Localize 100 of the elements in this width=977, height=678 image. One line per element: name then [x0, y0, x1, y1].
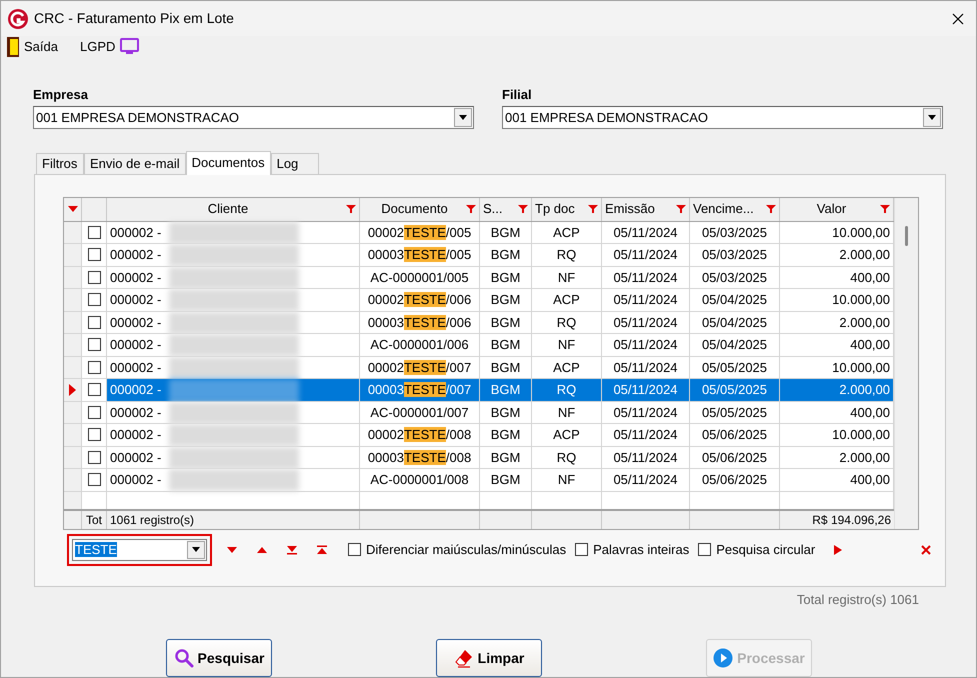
table-cell: 000002 -: [107, 312, 360, 334]
column-header[interactable]: Cliente: [107, 198, 360, 221]
dropdown-button[interactable]: [187, 540, 205, 559]
row-checkbox[interactable]: [88, 450, 100, 464]
clear-button[interactable]: Limpar: [436, 639, 542, 677]
table-cell: BGM: [480, 402, 532, 424]
table-row[interactable]: 000002 - AC-0000001/006 BGM NF 05/11/2024 05/04/2025 400,00: [64, 334, 894, 357]
menu-triangle-icon[interactable]: [68, 206, 78, 212]
row-checkbox[interactable]: [88, 428, 100, 442]
company-select[interactable]: 001 EMPRESA DEMONSTRACAO: [33, 106, 474, 130]
table-row[interactable]: 000002 - 00003TESTE/008 BGM RQ 05/11/2024 05/06/2025 2.000,00: [64, 446, 894, 470]
table-cell: RQ: [532, 312, 602, 334]
column-header[interactable]: Emissão: [602, 198, 690, 221]
row-checkbox[interactable]: [88, 360, 100, 374]
previous-arrow-icon[interactable]: [256, 544, 268, 555]
table-row[interactable]: 000002 - AC-0000001/007 BGM NF 05/11/2024 05/05/2025 400,00: [64, 402, 894, 424]
tab[interactable]: Documentos: [186, 150, 271, 175]
table-cell: 05/04/2025: [690, 289, 780, 312]
scrollbar[interactable]: [894, 198, 918, 529]
table-cell: 2.000,00: [780, 244, 894, 267]
column-header[interactable]: S...: [480, 198, 532, 221]
table-cell: 05/04/2025: [690, 312, 780, 334]
table-cell: 400,00: [780, 266, 894, 290]
table-cell: 000002 -: [107, 402, 360, 424]
footer-label: Tot: [82, 510, 107, 529]
last-arrow-icon[interactable]: [286, 544, 298, 555]
column-header[interactable]: Documento: [360, 198, 480, 221]
search-select[interactable]: TESTE: [72, 538, 207, 561]
table-cell: 000002 -: [107, 446, 360, 470]
filter-icon[interactable]: [766, 204, 776, 214]
table-row[interactable]: 000002 - 00003TESTE/005 BGM RQ 05/11/2024 05/03/2025 2.000,00: [64, 244, 894, 267]
row-checkbox[interactable]: [88, 293, 100, 306]
tab[interactable]: Filtros: [36, 152, 84, 174]
table-row[interactable]: 000002 - 00002TESTE/006 BGM ACP 05/11/2024 05/04/2025 10.000,00: [64, 289, 894, 312]
column-header[interactable]: Vencime...: [690, 198, 780, 221]
filter-icon[interactable]: [588, 204, 598, 214]
row-checkbox[interactable]: [88, 248, 100, 262]
row-checkbox[interactable]: [88, 473, 100, 486]
table-row[interactable]: 000002 - 00002TESTE/008 BGM ACP 05/11/2024 05/06/2025 10.000,00: [64, 424, 894, 447]
play-arrow-icon[interactable]: [834, 544, 842, 555]
table-cell: BGM: [480, 334, 532, 357]
tab[interactable]: Log: [270, 152, 319, 174]
table-cell: RQ: [532, 379, 602, 402]
table-cell: BGM: [480, 244, 532, 267]
table-row[interactable]: 000002 - AC-0000001/008 BGM NF 05/11/2024 05/06/2025 400,00: [64, 469, 894, 492]
row-checkbox[interactable]: [88, 406, 100, 419]
branch-select[interactable]: 001 EMPRESA DEMONSTRACAO: [502, 106, 943, 130]
option-label[interactable]: Diferenciar maiúsculas/minúsculas: [366, 540, 566, 560]
option-checkbox[interactable]: [348, 543, 361, 556]
door-icon: [7, 36, 19, 57]
option-checkbox[interactable]: [575, 543, 588, 556]
caret-icon: [192, 547, 200, 552]
table-cell: 05/06/2025: [690, 424, 780, 447]
dropdown-button[interactable]: [454, 108, 472, 128]
table-cell: 05/05/2025: [690, 402, 780, 424]
exit-button[interactable]: Saída: [7, 36, 58, 57]
table-cell: ACP: [532, 222, 602, 244]
table-row[interactable]: 000002 - AC-0000001/005 BGM NF 05/11/2024 05/03/2025 400,00: [64, 266, 894, 290]
table-cell: NF: [532, 334, 602, 357]
table-cell: 05/03/2025: [690, 244, 780, 267]
table-cell: 10.000,00: [780, 356, 894, 380]
table-cell: ACP: [532, 424, 602, 447]
row-checkbox[interactable]: [88, 316, 100, 329]
table-cell: ACP: [532, 356, 602, 380]
table-row[interactable]: 000002 - 00003TESTE/006 BGM RQ 05/11/2024 05/04/2025 2.000,00: [64, 312, 894, 334]
filter-icon[interactable]: [676, 204, 686, 214]
footer-count: 1061 registro(s): [107, 510, 360, 529]
table-cell: AC-0000001/006: [360, 334, 480, 357]
table-cell: BGM: [480, 266, 532, 290]
lgpd-button[interactable]: LGPD: [80, 37, 140, 57]
table-cell: 05/11/2024: [602, 356, 690, 380]
dropdown-button[interactable]: [923, 108, 941, 128]
table-cell: 400,00: [780, 334, 894, 357]
close-icon[interactable]: [952, 12, 964, 24]
table-cell: 05/11/2024: [602, 446, 690, 470]
option-checkbox[interactable]: [698, 543, 712, 556]
row-checkbox[interactable]: [88, 338, 100, 352]
table-row[interactable]: 000002 - 00002TESTE/005 BGM ACP 05/11/2024 05/03/2025 10.000,00: [64, 222, 894, 244]
row-checkbox[interactable]: [88, 383, 100, 396]
current-row-icon: [69, 384, 76, 396]
row-checkbox[interactable]: [88, 226, 100, 239]
table-row[interactable]: 000002 - 00002TESTE/007 BGM ACP 05/11/2024 05/05/2025 10.000,00: [64, 356, 894, 380]
table-cell: 00003TESTE/006: [360, 312, 480, 334]
filter-icon[interactable]: [518, 204, 528, 214]
option-label[interactable]: Pesquisa circular: [716, 540, 816, 560]
table-cell: 05/06/2025: [690, 446, 780, 470]
row-checkbox[interactable]: [88, 270, 100, 284]
first-arrow-icon[interactable]: [316, 544, 328, 555]
filter-icon[interactable]: [466, 204, 476, 214]
table-cell: ACP: [532, 289, 602, 312]
option-label[interactable]: Palavras inteiras: [593, 540, 690, 560]
column-header[interactable]: Tp doc: [532, 198, 602, 221]
table-row[interactable]: 000002 - 00003TESTE/007 BGM RQ 05/11/2024 05/05/2025 2.000,00: [64, 379, 894, 402]
filter-icon[interactable]: [880, 204, 890, 214]
table-cell: 00003TESTE/007: [360, 379, 480, 402]
filter-icon[interactable]: [346, 204, 356, 214]
search-button[interactable]: Pesquisar: [166, 639, 272, 677]
next-arrow-icon[interactable]: [226, 544, 238, 555]
tab[interactable]: Envio de e-mail: [84, 152, 186, 174]
table-cell: BGM: [480, 356, 532, 380]
